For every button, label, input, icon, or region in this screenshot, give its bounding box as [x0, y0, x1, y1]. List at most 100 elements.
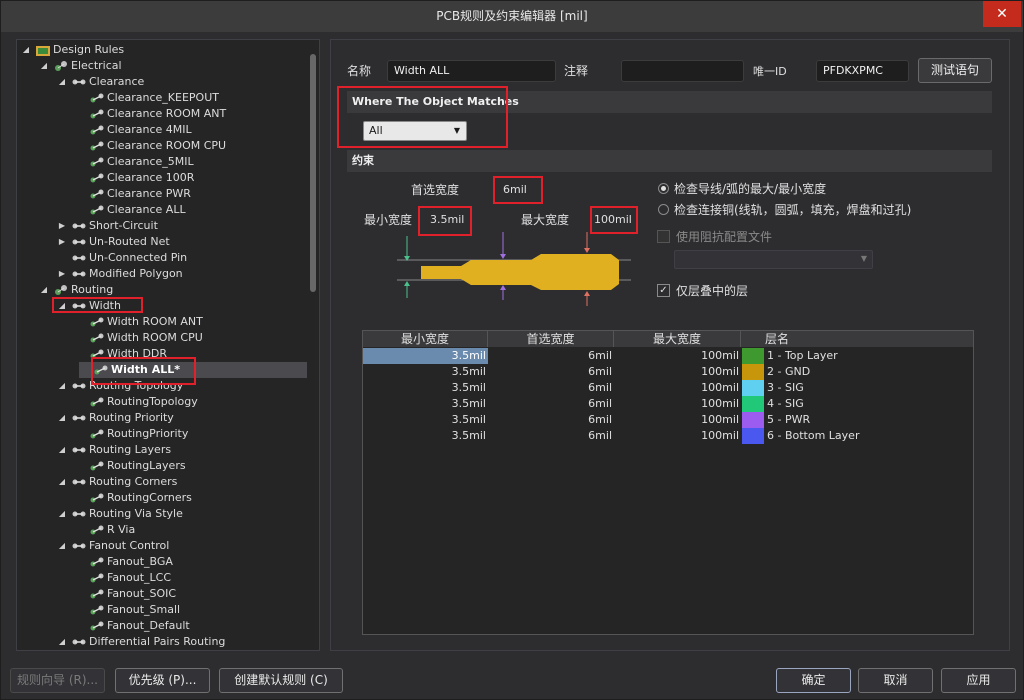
grid-cell-max[interactable]: 100mil	[614, 380, 741, 396]
expander-toggle[interactable]: ◢	[39, 58, 49, 74]
impedance-profile-dropdown[interactable]: ▼	[674, 250, 873, 269]
tree-item[interactable]: Clearance_KEEPOUT	[17, 90, 307, 106]
expander-toggle[interactable]	[75, 394, 85, 410]
expander-toggle[interactable]	[75, 362, 85, 378]
tree-item[interactable]: RoutingPriority	[17, 426, 307, 442]
grid-cell-pref[interactable]: 6mil	[488, 380, 614, 396]
layers-only-checkbox[interactable]: ✓	[657, 284, 670, 297]
tree-item[interactable]: ◢ Fanout Control	[17, 538, 307, 554]
expander-toggle[interactable]	[75, 522, 85, 538]
grid-cell-min[interactable]: 3.5mil	[363, 380, 488, 396]
tree-item[interactable]: Clearance 4MIL	[17, 122, 307, 138]
tree-scroll-thumb[interactable]	[310, 54, 316, 292]
expander-toggle[interactable]: ▶	[57, 234, 67, 250]
expander-toggle[interactable]	[75, 202, 85, 218]
grid-cell-pref[interactable]: 6mil	[488, 412, 614, 428]
tree-item[interactable]: Clearance_5MIL	[17, 154, 307, 170]
check-tracks-radio[interactable]	[658, 183, 669, 194]
expander-toggle[interactable]: ▶	[57, 266, 67, 282]
expander-toggle[interactable]: ◢	[57, 474, 67, 490]
expander-toggle[interactable]	[75, 570, 85, 586]
grid-cell-min[interactable]: 3.5mil	[363, 428, 488, 444]
expander-toggle[interactable]	[75, 426, 85, 442]
close-button[interactable]: ✕	[983, 1, 1021, 27]
tree-item[interactable]: ◢ Electrical	[17, 58, 307, 74]
expander-toggle[interactable]	[75, 602, 85, 618]
apply-button[interactable]: 应用	[941, 668, 1016, 693]
expander-toggle[interactable]	[75, 186, 85, 202]
name-field[interactable]: Width ALL	[387, 60, 556, 82]
grid-cell-max[interactable]: 100mil	[614, 428, 741, 444]
rule-wizard-button[interactable]: 规则向导 (R)...	[10, 668, 105, 693]
tree-item[interactable]: Clearance ALL	[17, 202, 307, 218]
tree-item[interactable]: Fanout_BGA	[17, 554, 307, 570]
expander-toggle[interactable]	[75, 490, 85, 506]
expander-toggle[interactable]: ◢	[57, 442, 67, 458]
tree-item[interactable]: RoutingTopology	[17, 394, 307, 410]
tree-item[interactable]: R Via	[17, 522, 307, 538]
grid-cell-pref[interactable]: 6mil	[488, 364, 614, 380]
expander-toggle[interactable]: ◢	[57, 634, 67, 650]
expander-toggle[interactable]: ◢	[39, 282, 49, 298]
tree-item[interactable]: Fanout_SOIC	[17, 586, 307, 602]
grid-header-max[interactable]: 最大宽度	[614, 331, 741, 347]
tree-item[interactable]: ◢ Routing Corners	[17, 474, 307, 490]
tree-item[interactable]: ◢ Clearance	[17, 74, 307, 90]
cancel-button[interactable]: 取消	[858, 668, 933, 693]
grid-cell-pref[interactable]: 6mil	[488, 396, 614, 412]
expander-toggle[interactable]	[75, 346, 85, 362]
test-query-button[interactable]: 测试语句	[918, 58, 992, 83]
grid-cell-min[interactable]: 3.5mil	[363, 412, 488, 428]
grid-header-min[interactable]: 最小宽度	[363, 331, 488, 347]
grid-cell-min[interactable]: 3.5mil	[363, 396, 488, 412]
expander-toggle[interactable]	[75, 90, 85, 106]
expander-toggle[interactable]: ◢	[57, 506, 67, 522]
grid-cell-max[interactable]: 100mil	[614, 412, 741, 428]
expander-toggle[interactable]	[75, 154, 85, 170]
tree-item[interactable]: RoutingLayers	[17, 458, 307, 474]
tree-item[interactable]: Width ROOM CPU	[17, 330, 307, 346]
tree-item[interactable]: Fanout_LCC	[17, 570, 307, 586]
expander-toggle[interactable]: ◢	[57, 378, 67, 394]
tree-item[interactable]: ▶ Modified Polygon	[17, 266, 307, 282]
expander-toggle[interactable]: ▶	[57, 218, 67, 234]
check-copper-radio[interactable]	[658, 204, 669, 215]
expander-toggle[interactable]	[75, 106, 85, 122]
expander-toggle[interactable]: ◢	[21, 42, 31, 58]
expander-toggle[interactable]	[75, 122, 85, 138]
grid-cell-max[interactable]: 100mil	[614, 364, 741, 380]
tree-scrollbar[interactable]	[309, 42, 317, 648]
expander-toggle[interactable]	[75, 330, 85, 346]
tree-item[interactable]: RoutingCorners	[17, 490, 307, 506]
tree-item[interactable]: Un-Connected Pin	[17, 250, 307, 266]
grid-cell-pref[interactable]: 6mil	[488, 428, 614, 444]
expander-toggle[interactable]	[75, 586, 85, 602]
expander-toggle[interactable]	[75, 138, 85, 154]
rules-tree[interactable]: ◢ Design Rules ◢ Electrical ◢ Clearance Cleara…	[16, 39, 320, 651]
expander-toggle[interactable]	[75, 458, 85, 474]
comment-field[interactable]	[621, 60, 744, 82]
grid-header-layer[interactable]: 层名	[741, 331, 973, 347]
tree-item[interactable]: Clearance PWR	[17, 186, 307, 202]
tree-item[interactable]: ◢ Routing Via Style	[17, 506, 307, 522]
table-row[interactable]: 3.5mil 6mil 100mil 1 - Top Layer	[363, 348, 973, 364]
tree-item[interactable]: ▶ Un-Routed Net	[17, 234, 307, 250]
expander-toggle[interactable]: ◢	[57, 410, 67, 426]
grid-cell-max[interactable]: 100mil	[614, 348, 741, 364]
expander-toggle[interactable]	[75, 618, 85, 634]
grid-cell-min[interactable]: 3.5mil	[363, 348, 488, 364]
tree-item[interactable]: Clearance 100R	[17, 170, 307, 186]
uid-field[interactable]: PFDKXPMC	[816, 60, 909, 82]
tree-item[interactable]: ◢ Routing Priority	[17, 410, 307, 426]
table-row[interactable]: 3.5mil 6mil 100mil 6 - Bottom Layer	[363, 428, 973, 444]
tree-item[interactable]: Fanout_Default	[17, 618, 307, 634]
expander-toggle[interactable]	[75, 170, 85, 186]
grid-cell-pref[interactable]: 6mil	[488, 348, 614, 364]
tree-item[interactable]: Clearance ROOM ANT	[17, 106, 307, 122]
tree-item[interactable]: ◢ Differential Pairs Routing	[17, 634, 307, 650]
tree-item[interactable]: Fanout_Small	[17, 602, 307, 618]
expander-toggle[interactable]	[75, 554, 85, 570]
expander-toggle[interactable]: ◢	[57, 538, 67, 554]
expander-toggle[interactable]	[75, 314, 85, 330]
tree-item[interactable]: ◢ Routing Layers	[17, 442, 307, 458]
